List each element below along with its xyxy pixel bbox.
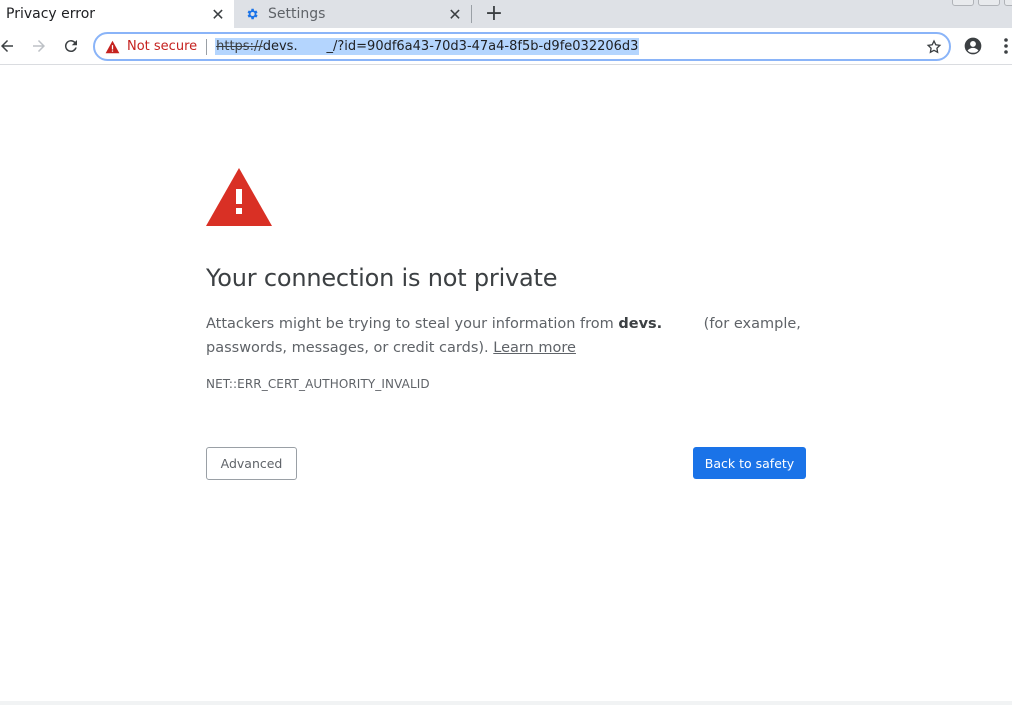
page-title: Your connection is not private: [206, 264, 558, 292]
error-code: NET::ERR_CERT_AUTHORITY_INVALID: [206, 377, 430, 391]
close-icon[interactable]: ✕: [208, 4, 228, 24]
maximize-window-icon[interactable]: [978, 0, 1000, 6]
url-scheme: https://: [216, 39, 263, 54]
close-window-icon[interactable]: [1004, 0, 1012, 6]
omnibox-separator: [206, 38, 208, 55]
tab-divider: [471, 5, 472, 23]
tab-settings[interactable]: Settings ✕: [234, 0, 471, 28]
site-name: devs.: [618, 316, 663, 332]
account-circle-icon[interactable]: [961, 34, 985, 58]
explanation-prefix: Attackers might be trying to steal your …: [206, 316, 619, 332]
explanation-text: Attackers might be trying to steal your …: [206, 312, 806, 360]
star-icon[interactable]: [925, 38, 943, 56]
plus-icon[interactable]: +: [482, 2, 506, 26]
arrow-left-icon[interactable]: [0, 34, 19, 58]
close-icon[interactable]: ✕: [445, 4, 465, 24]
minimize-window-icon[interactable]: [952, 0, 974, 6]
gear-icon: [244, 6, 260, 22]
advanced-button[interactable]: Advanced: [206, 447, 297, 480]
warning-triangle-icon[interactable]: [104, 39, 120, 55]
tab-title: Settings: [268, 6, 326, 22]
back-to-safety-button[interactable]: Back to safety: [693, 447, 806, 479]
tab-strip: Privacy error ✕ Settings ✕ +: [0, 0, 1012, 28]
address-bar[interactable]: Not secure https://devs. _/?id=90df6a43-…: [93, 32, 951, 61]
not-secure-label[interactable]: Not secure: [127, 39, 197, 54]
reload-icon[interactable]: [59, 34, 83, 58]
url-text[interactable]: https://devs. _/?id=90df6a43-70d3-47a4-8…: [215, 38, 640, 55]
toolbar: Not secure https://devs. _/?id=90df6a43-…: [0, 28, 1012, 65]
tab-title: Privacy error: [6, 6, 96, 22]
warning-triangle-icon: [206, 168, 272, 226]
url-host-path: devs. _/?id=90df6a43-70d3-47a4-8f5b-d9fe…: [262, 39, 639, 54]
kebab-menu-icon[interactable]: [994, 34, 1012, 58]
window-bottom-edge: [0, 701, 1012, 705]
arrow-right-icon[interactable]: [27, 34, 51, 58]
tab-privacy-error[interactable]: Privacy error ✕: [0, 0, 234, 28]
learn-more-link[interactable]: Learn more: [493, 340, 576, 356]
